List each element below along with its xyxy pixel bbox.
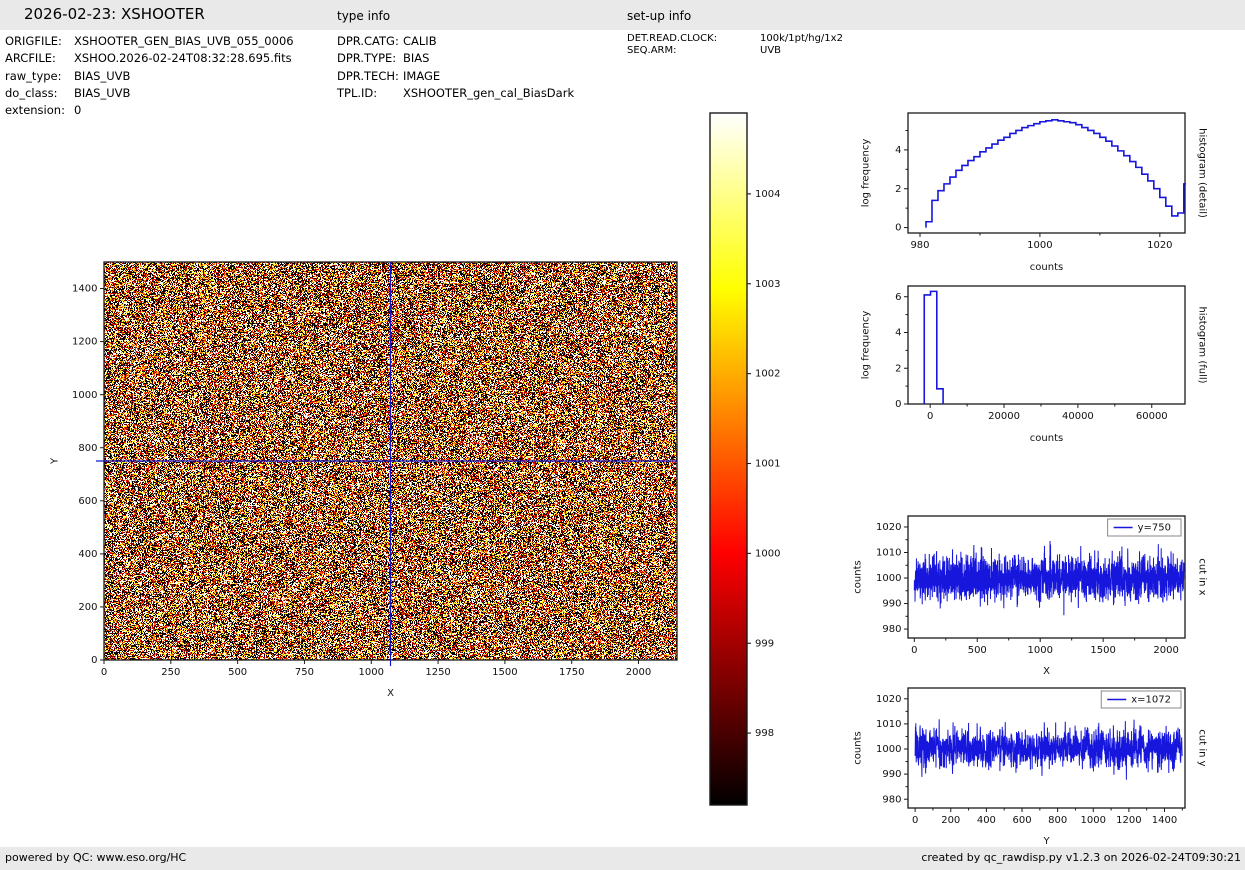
header-bar: 2026-02-23: XSHOOTER type info set-up in… <box>0 0 1245 30</box>
footer-bar: powered by QC: www.eso.org/HC created by… <box>0 847 1245 870</box>
tpl-id-label: TPL.ID: <box>337 86 378 100</box>
colorbar <box>700 105 810 820</box>
type-info-section-header: type info <box>337 9 391 23</box>
rawtype-label: raw_type: <box>5 69 62 83</box>
footer-left-text: powered by QC: www.eso.org/HC <box>5 851 187 864</box>
tpl-id-value: XSHOOTER_gen_cal_BiasDark <box>403 86 575 100</box>
page-title: 2026-02-23: XSHOOTER <box>24 5 205 23</box>
dpr-tech-label: DPR.TECH: <box>337 69 399 83</box>
dpr-catg-value: CALIB <box>403 34 437 48</box>
det-read-clock-label: DET.READ.CLOCK: <box>627 33 718 44</box>
bias-image-heatmap <box>40 240 700 720</box>
cut-in-y-plot <box>845 670 1220 862</box>
histogram-detail-plot <box>845 96 1220 286</box>
histogram-full-plot <box>845 268 1220 458</box>
seq-arm-label: SEQ.ARM: <box>627 45 677 56</box>
dpr-type-value: BIAS <box>403 51 430 65</box>
doclass-label: do_class: <box>5 86 58 100</box>
doclass-value: BIAS_UVB <box>74 86 131 100</box>
cut-in-x-plot <box>845 498 1220 688</box>
origfile-value: XSHOOTER_GEN_BIAS_UVB_055_0006 <box>74 34 294 48</box>
dpr-tech-value: IMAGE <box>403 69 441 83</box>
arcfile-label: ARCFILE: <box>5 51 56 65</box>
dpr-type-label: DPR.TYPE: <box>337 51 397 65</box>
extension-value: 0 <box>74 103 82 117</box>
seq-arm-value: UVB <box>760 45 782 56</box>
det-read-clock-value: 100k/1pt/hg/1x2 <box>760 33 843 44</box>
footer-right-text: created by qc_rawdisp.py v1.2.3 on 2026-… <box>921 851 1241 864</box>
origfile-label: ORIGFILE: <box>5 34 62 48</box>
extension-label: extension: <box>5 103 65 117</box>
dpr-catg-label: DPR.CATG: <box>337 34 399 48</box>
rawtype-value: BIAS_UVB <box>74 69 131 83</box>
setup-info-section-header: set-up info <box>627 9 692 23</box>
qc-report-page: 2026-02-23: XSHOOTER type info set-up in… <box>0 0 1245 870</box>
arcfile-value: XSHOO.2026-02-24T08:32:28.695.fits <box>74 51 292 65</box>
